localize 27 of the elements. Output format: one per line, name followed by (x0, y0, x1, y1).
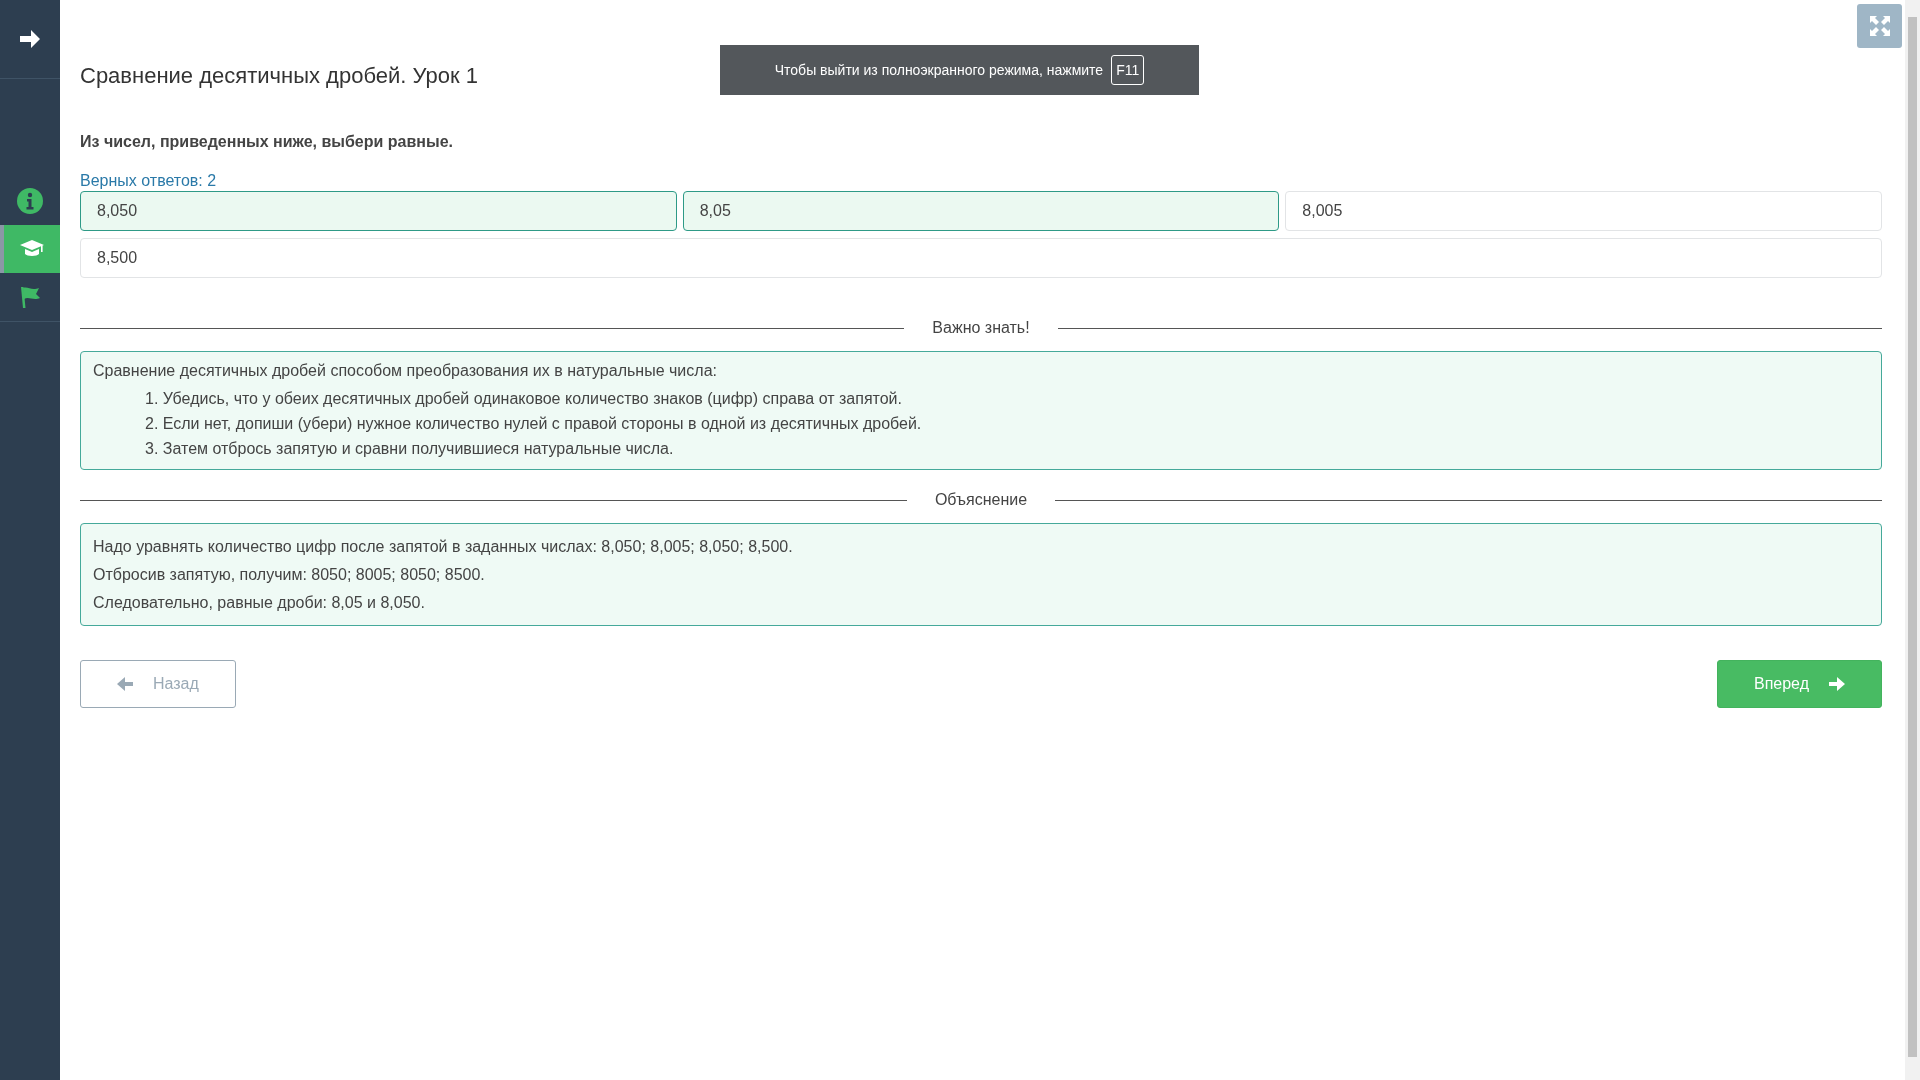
section-heading: Объяснение (934, 491, 1028, 509)
arrow-right-icon (1829, 677, 1845, 691)
scrollbar[interactable] (1905, 0, 1920, 1080)
section-heading: Важно знать! (932, 319, 1030, 337)
graduation-cap-icon (19, 239, 45, 259)
info-icon (17, 188, 43, 214)
answer-option[interactable]: 8,05 (682, 191, 1280, 231)
explanation-text: Следовательно, равные дроби: 8,05 и 8,050. (93, 593, 426, 613)
arrow-left-icon (117, 677, 133, 691)
sidebar-item[interactable] (0, 225, 60, 273)
answer-option[interactable]: 8,005 (1285, 191, 1882, 231)
list-item: 1. Убедись, что у обеих десятичных дробей одинаковое количество знаков (цифр) справа от запятой. (144, 389, 903, 409)
list-item: 3. Затем отбрось запятую и сравни получившиеся натуральные числа. (144, 439, 675, 459)
key-label: F11 (1111, 55, 1145, 85)
info-text: Сравнение десятичных дробей способом преобразования их в натуральные числа: (93, 361, 718, 381)
arrow-right-icon (19, 29, 41, 49)
notice-text: Чтобы выйти из полноэкранного режима, нажмите (774, 62, 1104, 78)
question-text: Из чисел, приведенных ниже, выбери равные. (80, 133, 453, 151)
list-item: 2. Если нет, допиши (убери) нужное количество нулей с правой стороны в одной из десятичных дробей. (144, 414, 923, 434)
answer-option[interactable]: 8,500 (80, 238, 1882, 278)
answer-count: Верных ответов: 2 (80, 171, 217, 191)
lesson-title: Сравнение десятичных дробей. Урок 1 (80, 63, 478, 89)
flag-icon (18, 285, 42, 309)
explanation-text: Надо уравнять количество цифр после запятой в заданных числах: 8,050; 8,005; 8,050; 8,500. (93, 537, 794, 557)
answer-option[interactable]: 8,050 (80, 191, 677, 231)
explanation-text: Отбросив запятую, получим: 8050; 8005; 8050; 8500. (93, 565, 486, 585)
expand-arrows-icon (1868, 15, 1891, 37)
